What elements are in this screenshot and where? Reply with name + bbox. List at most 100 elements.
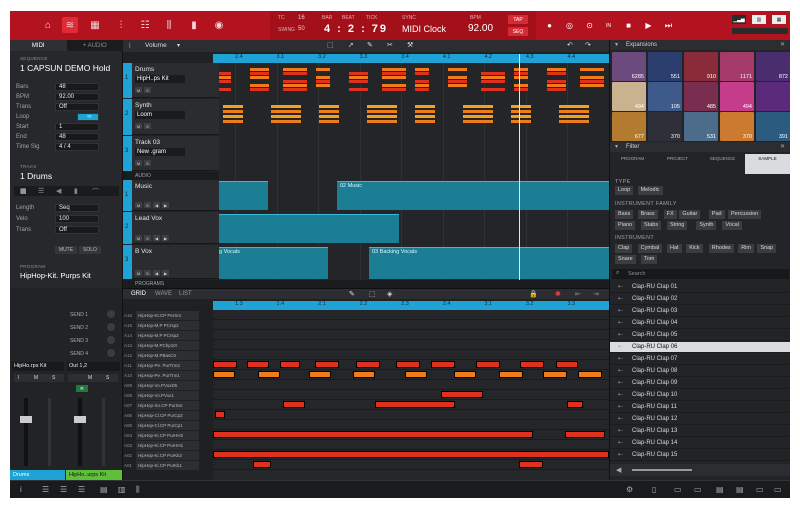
family-chip[interactable]: Piano	[615, 221, 636, 230]
pad-row[interactable]: A05 HipHop-Cl.CP PurCp1	[123, 421, 203, 430]
track-button[interactable]: ◀	[153, 235, 160, 241]
track-button[interactable]: M	[135, 202, 142, 208]
synth-clip[interactable]	[463, 105, 493, 108]
mute-button[interactable]: M	[135, 87, 142, 93]
note-event[interactable]	[215, 411, 225, 418]
mute-solo-strip-1[interactable]: IMS	[14, 374, 64, 382]
synth-clip[interactable]	[271, 105, 301, 108]
track-name[interactable]: B Vox	[135, 248, 152, 255]
synth-clip[interactable]	[271, 120, 301, 123]
note-event[interactable]	[405, 371, 427, 378]
bpm-value[interactable]: 92.00	[468, 23, 493, 34]
track-name[interactable]: Drums	[135, 66, 154, 73]
note-event[interactable]	[315, 361, 339, 368]
expansion-tile[interactable]: 677	[612, 112, 646, 141]
note-event[interactable]	[253, 461, 271, 468]
align-right-icon[interactable]: ☰	[78, 485, 85, 494]
curve-icon[interactable]: ⌒	[92, 187, 99, 197]
drum-clip[interactable]	[547, 80, 566, 83]
track-button[interactable]: ▶	[162, 235, 169, 241]
drum-clip[interactable]	[448, 68, 467, 71]
pad-row[interactable]: A08 HipHop-Vo.PVox1	[123, 391, 203, 400]
note-event[interactable]	[213, 371, 235, 378]
save-icon[interactable]: ▭	[674, 485, 682, 494]
file-icon[interactable]: ▯	[652, 485, 656, 494]
family-chip[interactable]: Pad	[708, 210, 725, 219]
level-icon[interactable]: ▮	[186, 17, 202, 33]
synth-clip[interactable]	[511, 110, 531, 113]
audio-clip-bvox[interactable]: 03 Backing Vocals	[369, 247, 609, 279]
drum-clip[interactable]	[316, 80, 330, 83]
folder-icon[interactable]: ▭	[694, 485, 702, 494]
pad-row[interactable]: A10 HipHop-Pe. PurTrm1	[123, 371, 203, 380]
track-name[interactable]: Track 03	[135, 139, 160, 146]
synth-clip[interactable]	[271, 110, 301, 113]
sample-list-item[interactable]: ⇠ Clap-RU Clap 12	[610, 414, 790, 425]
instrument-chip[interactable]: Tom	[641, 255, 658, 264]
note-event[interactable]	[454, 371, 476, 378]
playhead[interactable]	[519, 54, 520, 280]
synth-clip[interactable]	[559, 105, 589, 108]
track-button[interactable]: S	[144, 202, 151, 208]
track-param-value[interactable]: Off	[55, 226, 99, 234]
note-event[interactable]	[247, 361, 269, 368]
stop-icon[interactable]: ■	[622, 19, 635, 32]
filter-tab-sample[interactable]: SAMPLE	[745, 154, 790, 174]
position-display[interactable]: 4 : 2 : 79	[324, 23, 388, 35]
drum-clip[interactable]	[580, 68, 604, 71]
track-name[interactable]: Lead Vox	[135, 215, 162, 222]
track-button[interactable]: M	[135, 270, 142, 276]
sample-list-item[interactable]: ⇠ Clap-RU Clap 13	[610, 426, 790, 437]
family-chip[interactable]: Stabs	[641, 221, 662, 230]
note-event[interactable]	[258, 371, 280, 378]
pointer-tool-icon[interactable]: ➚	[348, 41, 354, 49]
sample-list-item[interactable]: ⇠ Clap-RU Clap 09	[610, 378, 790, 389]
sample-list-item[interactable]: ⇠ Clap-RU Clap 14	[610, 438, 790, 449]
drum-clip[interactable]	[415, 88, 429, 91]
drum-clip[interactable]	[250, 76, 269, 79]
send-knob[interactable]	[107, 336, 115, 344]
pad-row[interactable]: A03 HipHop-Ki.CP PurHH1	[123, 441, 203, 450]
drum-clip[interactable]	[481, 80, 505, 83]
synth-clip[interactable]	[559, 120, 589, 123]
track-button[interactable]: ◀	[153, 270, 160, 276]
drum-clip[interactable]	[514, 84, 528, 87]
nudge-right-icon[interactable]: ⇥	[593, 290, 599, 298]
list-view-icon[interactable]: ☰	[38, 187, 44, 195]
note-event[interactable]	[543, 371, 567, 378]
note-event[interactable]	[578, 371, 602, 378]
audio-track-header[interactable]: 2 Lead Vox M S ◀ ▶	[123, 212, 219, 244]
note-event[interactable]	[283, 401, 305, 408]
drum-clip[interactable]	[217, 88, 231, 91]
select-tool-icon[interactable]: ⬚	[327, 41, 334, 49]
synth-clip[interactable]	[223, 105, 243, 108]
tab-wave[interactable]: WAVE	[155, 291, 172, 297]
note-event[interactable]	[353, 371, 375, 378]
synth-clip[interactable]	[367, 115, 397, 118]
sync-value[interactable]: MIDI Clock	[402, 24, 446, 34]
play-icon[interactable]: ▶	[642, 19, 655, 32]
tc-value[interactable]: 16	[298, 15, 305, 21]
expansion-tile[interactable]: 1171	[720, 52, 754, 81]
drum-clip[interactable]	[448, 80, 467, 83]
view2-icon[interactable]: ▤	[736, 485, 744, 494]
drum-clip[interactable]	[514, 76, 528, 79]
pencil-icon[interactable]: ✎	[349, 290, 355, 298]
send-knob[interactable]	[107, 310, 115, 318]
nudge-left-icon[interactable]: ⇤	[575, 290, 581, 298]
drum-clip[interactable]	[283, 84, 307, 87]
glue-tool-icon[interactable]: ⚒	[407, 41, 413, 49]
align-icon[interactable]: ☰	[42, 485, 49, 494]
drum-clip[interactable]	[217, 76, 231, 79]
family-chip[interactable]: Guitar	[679, 210, 701, 219]
pad-row[interactable]: A15 HipHop-M.P PCrsp2	[123, 321, 203, 330]
track-button[interactable]: ▶	[162, 270, 169, 276]
play-start-icon[interactable]: ⏭	[662, 19, 675, 32]
sample-list-item[interactable]: ⇠ Clap-RU Clap 01	[610, 282, 790, 293]
settings-icon[interactable]: ⚙	[626, 485, 633, 494]
tab-audio[interactable]: + AUDIO	[67, 40, 124, 51]
eraser-icon[interactable]: ◈	[387, 290, 392, 298]
synth-clip[interactable]	[367, 120, 397, 123]
drum-clip[interactable]	[481, 72, 505, 75]
sample-list-item[interactable]: ⇠ Clap-RU Clap 08	[610, 366, 790, 377]
